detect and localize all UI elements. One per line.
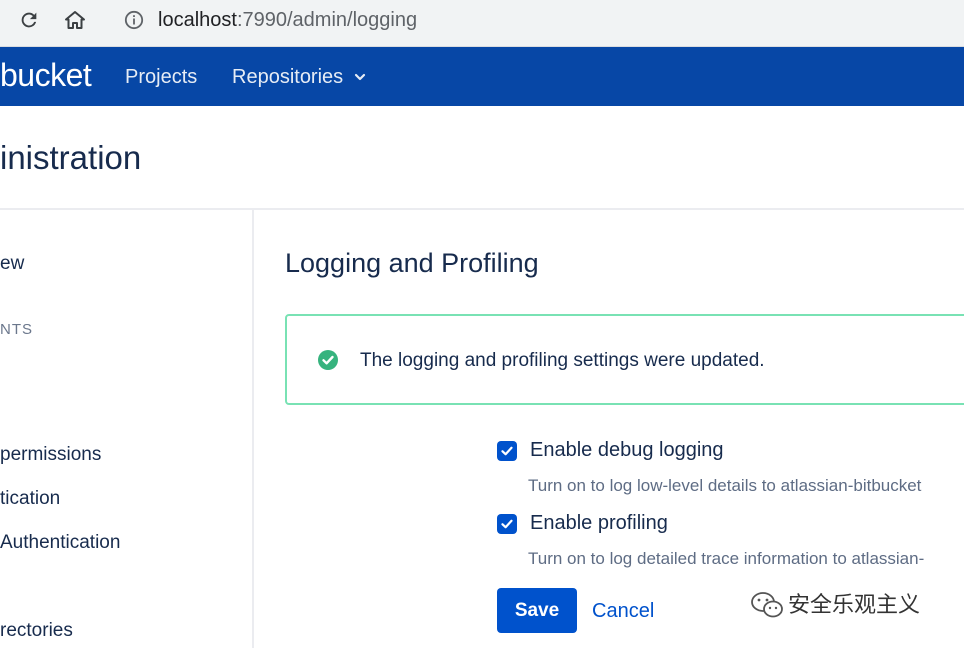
home-icon[interactable] — [63, 8, 87, 32]
check-circle-icon — [318, 350, 338, 370]
wechat-icon — [751, 592, 783, 618]
sidebar-item-overview[interactable]: ew — [0, 253, 24, 275]
sidebar-item-authentication[interactable]: tication — [0, 488, 60, 510]
sidebar-item-global-permissions[interactable]: permissions — [0, 444, 101, 466]
checkmark-icon — [501, 446, 513, 456]
nav-projects[interactable]: Projects — [125, 66, 197, 88]
section-title: Logging and Profiling — [285, 248, 539, 278]
browser-toolbar: localhost:7990/admin/logging — [0, 0, 964, 47]
debug-logging-description: Turn on to log low-level details to atla… — [528, 476, 922, 495]
cancel-link[interactable]: Cancel — [592, 599, 654, 623]
nav-repositories[interactable]: Repositories — [232, 66, 367, 88]
app-header: bucket Projects Repositories — [0, 47, 964, 106]
chevron-down-icon — [355, 73, 366, 81]
reload-icon[interactable] — [18, 9, 40, 31]
site-info-icon[interactable] — [124, 10, 144, 30]
success-message: The logging and profiling settings were … — [285, 314, 964, 405]
profiling-checkbox[interactable] — [497, 514, 517, 534]
sidebar-item-user-directories[interactable]: rectories — [0, 620, 73, 642]
sidebar-item-authentication-2[interactable]: Authentication — [0, 532, 120, 554]
save-button[interactable]: Save — [497, 588, 577, 633]
profiling-label[interactable]: Enable profiling — [530, 511, 668, 535]
watermark: 安全乐观主义 — [750, 590, 920, 620]
url-host: localhost — [158, 9, 237, 31]
nav-repositories-label: Repositories — [232, 66, 344, 88]
sidebar: ew NTS permissions tication Authenticati… — [0, 210, 254, 648]
address-bar[interactable]: localhost:7990/admin/logging — [158, 8, 417, 32]
profiling-description: Turn on to log detailed trace informatio… — [528, 549, 925, 568]
page-title: inistration — [0, 139, 142, 176]
logo[interactable]: bucket — [0, 56, 92, 94]
debug-logging-checkbox[interactable] — [497, 441, 517, 461]
watermark-text: 安全乐观主义 — [788, 592, 921, 617]
sidebar-heading-accounts: NTS — [0, 321, 33, 338]
debug-logging-label[interactable]: Enable debug logging — [530, 438, 724, 462]
checkmark-icon — [501, 519, 513, 529]
url-path: :7990/admin/logging — [236, 9, 418, 31]
success-text: The logging and profiling settings were … — [360, 350, 765, 371]
